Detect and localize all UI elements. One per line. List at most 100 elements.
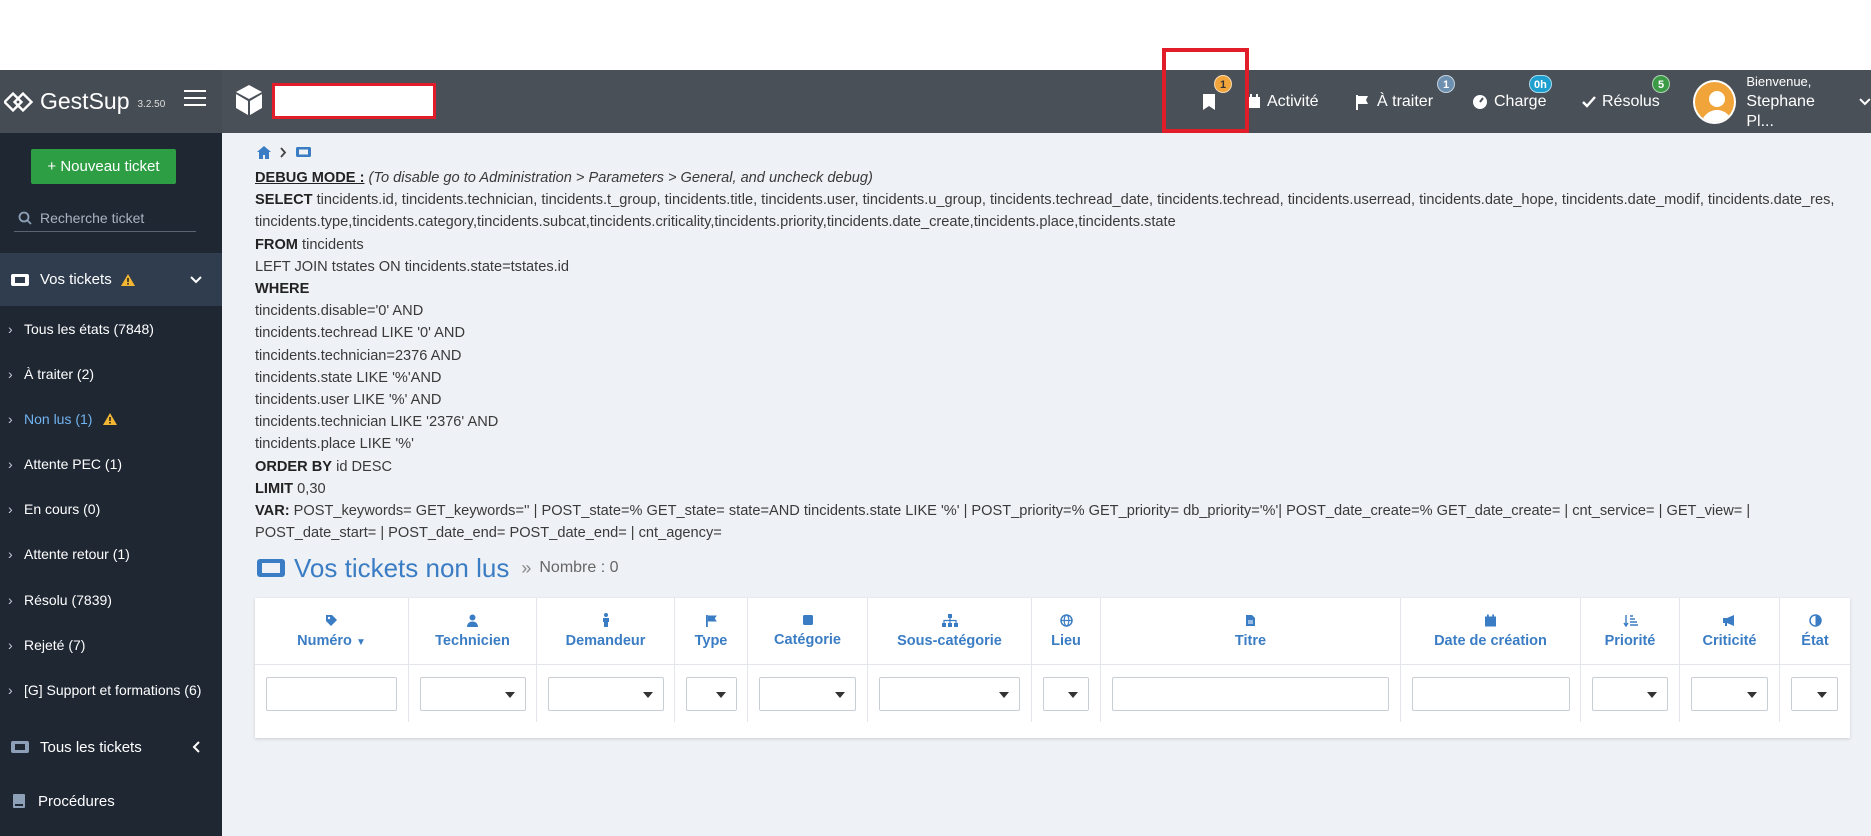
column-header-category[interactable]: Catégorie — [748, 598, 868, 664]
filter-cell — [1101, 664, 1401, 722]
redacted-company-logo — [272, 83, 436, 119]
sidebar-item-your-tickets[interactable]: Vos tickets — [0, 253, 222, 306]
sidebar-item-unread[interactable]: › Non lus (1) — [0, 396, 222, 441]
filter-state-select[interactable] — [1791, 677, 1838, 711]
search-ticket-field[interactable]: Recherche ticket — [14, 205, 196, 232]
user-name: Stephane Pl... — [1746, 92, 1815, 130]
column-header-type[interactable]: Type — [675, 598, 748, 664]
sql-from-text: tincidents — [297, 236, 364, 253]
resolved-button[interactable]: Résolus 5 — [1582, 70, 1670, 133]
filter-cell — [1780, 664, 1850, 722]
ticket-icon[interactable] — [295, 146, 312, 158]
filter-creation-date-input[interactable] — [1412, 677, 1570, 711]
filter-cell — [868, 664, 1032, 722]
filter-place-select[interactable] — [1043, 677, 1089, 711]
sidebar-item-label: Attente retour (1) — [24, 545, 130, 562]
sql-limit-keyword: LIMIT — [255, 480, 294, 497]
sidebar-item-rejected[interactable]: › Rejeté (7) — [0, 622, 222, 667]
column-label: Date de création — [1434, 632, 1547, 649]
top-blank-area — [0, 0, 1871, 70]
all-tickets-label: Tous les tickets — [40, 738, 142, 756]
calendar-icon — [1248, 94, 1260, 108]
column-header-criticality[interactable]: Criticité — [1680, 598, 1780, 664]
filter-criticality-select[interactable] — [1691, 677, 1768, 711]
filter-cell — [409, 664, 537, 722]
column-label: Technicien — [435, 632, 510, 649]
filter-technician-select[interactable] — [420, 677, 526, 711]
sidebar-item-to-process[interactable]: › À traiter (2) — [0, 351, 222, 396]
column-header-number[interactable]: Numéro ▼ — [255, 598, 409, 664]
sidebar-item-all-states[interactable]: › Tous les états (7848) — [0, 306, 222, 351]
filter-cell — [1680, 664, 1780, 722]
breadcrumb — [256, 144, 312, 160]
sql-where-line: tincidents.techread LIKE '0' AND — [255, 325, 465, 342]
resolved-label: Résolus — [1602, 92, 1660, 110]
calendar-icon — [1485, 614, 1496, 626]
ticket-icon — [11, 741, 29, 753]
tag-icon — [326, 614, 337, 626]
filter-cell — [675, 664, 748, 722]
sidebar-item-all-tickets[interactable]: Tous les tickets — [0, 720, 222, 774]
file-icon — [1246, 614, 1255, 626]
sql-where-line: tincidents.place LIKE '%' — [255, 436, 414, 453]
menu-toggle-icon[interactable] — [184, 90, 206, 110]
brand-version: 3.2.50 — [137, 99, 166, 110]
activity-button[interactable]: Activité — [1247, 70, 1319, 133]
sql-from-keyword: FROM — [255, 236, 298, 253]
sidebar-item-in-progress[interactable]: › En cours (0) — [0, 486, 222, 531]
sql-limit-text: 0,30 — [293, 480, 326, 497]
user-greeting: Bienvenue, — [1746, 73, 1812, 89]
filter-type-select[interactable] — [686, 677, 737, 711]
column-header-subcategory[interactable]: Sous-catégorie — [868, 598, 1032, 664]
double-chevron-icon: » — [521, 557, 532, 578]
procedures-label: Procédures — [38, 792, 115, 810]
chevron-left-icon — [192, 741, 200, 753]
chevron-down-icon — [1859, 97, 1871, 105]
column-header-requester[interactable]: Demandeur — [537, 598, 675, 664]
flag-icon — [1356, 94, 1368, 110]
sort-amount-icon — [1622, 614, 1638, 627]
sidebar-item-label: Tous les états (7848) — [24, 320, 154, 337]
sidebar-item-label: En cours (0) — [24, 500, 101, 517]
column-header-priority[interactable]: Priorité — [1581, 598, 1680, 664]
column-header-state[interactable]: État — [1780, 598, 1850, 664]
column-header-technician[interactable]: Technicien — [409, 598, 537, 664]
flag-icon — [705, 614, 717, 627]
sidebar-item-procedures[interactable]: Procédures — [0, 774, 222, 828]
sql-join-text: LEFT JOIN tstates ON tincidents.state=ts… — [255, 258, 570, 275]
search-icon — [18, 211, 32, 225]
filter-cell — [1032, 664, 1101, 722]
bullhorn-icon — [1723, 614, 1734, 626]
filter-category-select[interactable] — [759, 677, 856, 711]
todo-button[interactable]: À traiter 1 — [1355, 70, 1455, 133]
chevron-down-icon — [190, 275, 202, 283]
column-header-creation-date[interactable]: Date de création — [1401, 598, 1581, 664]
sql-select-keyword: SELECT — [255, 192, 313, 209]
filter-title-input[interactable] — [1112, 677, 1389, 711]
column-header-title[interactable]: Titre — [1101, 598, 1401, 664]
sidebar-item-resolved[interactable]: › Résolu (7839) — [0, 577, 222, 622]
debug-mode-label: DEBUG MODE : — [255, 170, 365, 186]
new-ticket-button[interactable]: + Nouveau ticket — [31, 149, 176, 184]
sidebar-item-waiting-pec[interactable]: › Attente PEC (1) — [0, 441, 222, 486]
column-label: Criticité — [1702, 632, 1757, 649]
debug-var-keyword: VAR: — [255, 503, 290, 520]
filter-cell — [537, 664, 675, 722]
sidebar-item-support-group[interactable]: › [G] Support et formations (6) — [0, 667, 222, 712]
sql-select-text: tincidents.id, tincidents.technician, ti… — [255, 192, 1835, 231]
filter-requester-select[interactable] — [548, 677, 664, 711]
search-placeholder: Recherche ticket — [40, 210, 145, 226]
gestsup-logo-icon — [2, 85, 36, 119]
column-header-place[interactable]: Lieu — [1032, 598, 1101, 664]
filter-priority-select[interactable] — [1592, 677, 1668, 711]
home-icon[interactable] — [256, 145, 272, 160]
top-navbar: GestSup 3.2.50 1 Activité À traiter 1 Ch… — [0, 70, 1871, 133]
user-menu[interactable]: Bienvenue, Stephane Pl... — [1693, 70, 1871, 133]
filter-number-input[interactable] — [266, 677, 397, 711]
sidebar-item-waiting-return[interactable]: › Attente retour (1) — [0, 531, 222, 576]
charge-button[interactable]: Charge 0h — [1472, 70, 1552, 133]
square-icon — [802, 615, 813, 625]
sql-where-line: tincidents.technician=2376 AND — [255, 347, 462, 364]
filter-subcategory-select[interactable] — [879, 677, 1020, 711]
column-label: Titre — [1234, 632, 1267, 649]
